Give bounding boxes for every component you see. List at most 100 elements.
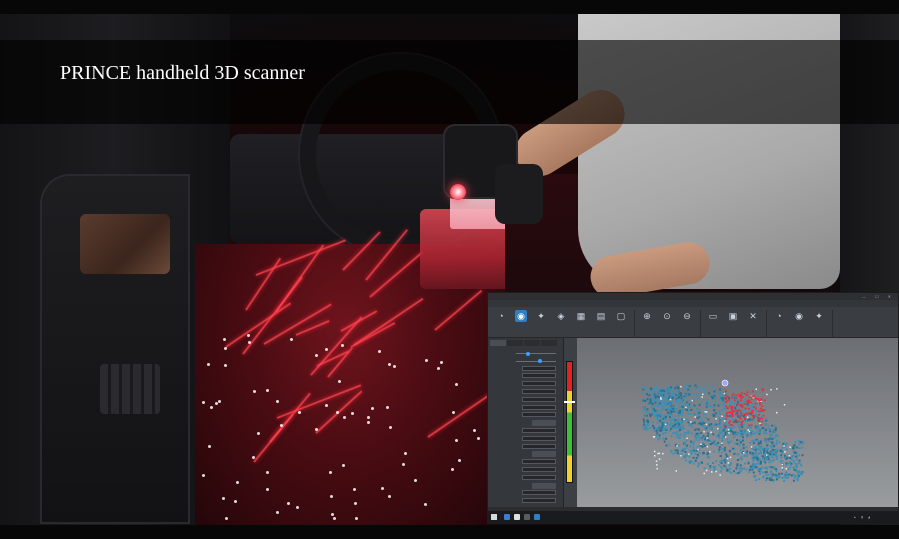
cloud-point bbox=[689, 406, 691, 408]
cloud-point bbox=[796, 477, 799, 480]
cloud-point bbox=[754, 453, 757, 455]
delete-tool[interactable]: ✕ bbox=[744, 309, 762, 333]
side-tab[interactable] bbox=[541, 340, 557, 346]
box-tool[interactable]: ▣ bbox=[724, 309, 742, 333]
zoom-out-tool[interactable]: ⊖ bbox=[678, 309, 696, 333]
active-scan-point bbox=[759, 410, 762, 412]
cloud-point bbox=[795, 455, 798, 458]
task-view-icon[interactable] bbox=[514, 514, 520, 520]
setting-field[interactable] bbox=[522, 396, 556, 402]
reference-marker-point bbox=[704, 411, 706, 413]
scan-app-icon[interactable] bbox=[534, 514, 540, 520]
setting-field[interactable] bbox=[522, 459, 556, 465]
active-scan-point bbox=[755, 407, 757, 409]
grid-tool[interactable]: ▦ bbox=[572, 309, 590, 333]
reference-marker-point bbox=[723, 392, 726, 395]
mode-tool[interactable]: ◉ bbox=[512, 309, 530, 333]
cloud-point bbox=[685, 386, 688, 389]
active-scan-point bbox=[751, 410, 754, 412]
setting-field[interactable] bbox=[522, 428, 556, 433]
slider-handle[interactable] bbox=[526, 351, 530, 356]
side-tab[interactable] bbox=[507, 340, 523, 346]
cloud-point bbox=[644, 410, 647, 413]
file-explorer-icon[interactable] bbox=[524, 514, 530, 520]
tool-button[interactable]: ◉ bbox=[790, 309, 808, 333]
setting-field[interactable] bbox=[522, 435, 556, 441]
reference-marker-point bbox=[675, 470, 677, 472]
search-icon[interactable] bbox=[504, 514, 510, 520]
3d-viewport[interactable] bbox=[577, 338, 898, 507]
cloud-point bbox=[645, 425, 648, 428]
setting-field[interactable] bbox=[522, 474, 556, 480]
active-scan-point bbox=[751, 390, 754, 393]
setting-button[interactable] bbox=[532, 420, 556, 427]
cloud-point bbox=[785, 473, 788, 475]
reference-marker-point bbox=[664, 423, 667, 425]
cloud-point bbox=[667, 397, 670, 400]
setting-field[interactable] bbox=[522, 412, 556, 418]
setting-slider[interactable] bbox=[516, 359, 556, 364]
cloud-point bbox=[643, 386, 646, 389]
target-tool[interactable]: ✦ bbox=[532, 309, 550, 333]
active-scan-point bbox=[760, 398, 763, 400]
cloud-point bbox=[698, 386, 701, 389]
select-tool[interactable]: ▤ bbox=[592, 309, 610, 333]
window-controls[interactable]: — ☐ ✕ bbox=[862, 294, 895, 299]
active-scan-point bbox=[757, 410, 760, 412]
distance-gauge bbox=[566, 361, 573, 483]
cloud-point bbox=[672, 387, 675, 390]
setting-field[interactable] bbox=[522, 389, 556, 394]
cloud-point bbox=[715, 443, 718, 445]
setting-field[interactable] bbox=[522, 443, 556, 449]
cloud-point bbox=[765, 456, 768, 459]
cloud-point bbox=[708, 392, 711, 395]
cloud-point bbox=[695, 387, 698, 390]
side-tab[interactable] bbox=[524, 340, 540, 346]
reference-marker-point bbox=[706, 445, 709, 448]
zoom-fit-tool[interactable]: ⊙ bbox=[658, 309, 676, 333]
cloud-point bbox=[784, 476, 787, 479]
reference-marker-point bbox=[717, 428, 719, 430]
cloud-point bbox=[698, 404, 701, 407]
reference-marker-point bbox=[715, 418, 717, 420]
cloud-point bbox=[696, 397, 699, 400]
scan-tool[interactable]: ◔ bbox=[492, 309, 510, 333]
setting-button[interactable] bbox=[532, 482, 556, 489]
reference-marker-point bbox=[662, 452, 664, 455]
frame-tool[interactable]: ▢ bbox=[612, 309, 630, 333]
active-scan-point bbox=[747, 407, 750, 410]
slider-handle[interactable] bbox=[538, 359, 542, 364]
setting-field[interactable] bbox=[522, 498, 556, 504]
target-marker bbox=[353, 487, 357, 491]
setting-field[interactable] bbox=[522, 490, 556, 496]
tool-button[interactable]: ◔ bbox=[770, 309, 788, 333]
active-scan-point bbox=[750, 424, 753, 426]
zoom-in-tool[interactable]: ⊕ bbox=[638, 309, 656, 333]
side-tab[interactable] bbox=[490, 340, 506, 346]
cloud-point bbox=[677, 411, 680, 414]
setting-field[interactable] bbox=[522, 467, 556, 472]
cloud-point bbox=[772, 428, 775, 431]
active-scan-point bbox=[748, 412, 751, 414]
setting-field[interactable] bbox=[522, 365, 556, 371]
tool-icon: ◉ bbox=[795, 311, 803, 321]
cloud-point bbox=[746, 452, 748, 455]
target-marker bbox=[330, 495, 334, 499]
active-scan-point bbox=[728, 422, 730, 424]
setting-field[interactable] bbox=[522, 381, 556, 387]
reference-marker-point bbox=[785, 468, 788, 470]
system-tray[interactable]: ▲ ▮ ◢ bbox=[853, 515, 872, 519]
setting-field[interactable] bbox=[522, 404, 556, 410]
setting-slider[interactable] bbox=[516, 351, 556, 356]
setting-button[interactable] bbox=[532, 451, 556, 458]
cloud-point bbox=[771, 438, 774, 440]
lasso-tool[interactable]: ▭ bbox=[704, 309, 722, 333]
start-icon[interactable] bbox=[491, 514, 497, 520]
tool-button[interactable]: ✦ bbox=[810, 309, 828, 333]
reference-marker-point bbox=[705, 469, 708, 472]
setting-field[interactable] bbox=[522, 373, 556, 379]
cloud-point bbox=[709, 427, 712, 430]
cloud-point bbox=[740, 412, 743, 415]
marker-tool[interactable]: ◈ bbox=[552, 309, 570, 333]
target-marker bbox=[287, 501, 291, 505]
